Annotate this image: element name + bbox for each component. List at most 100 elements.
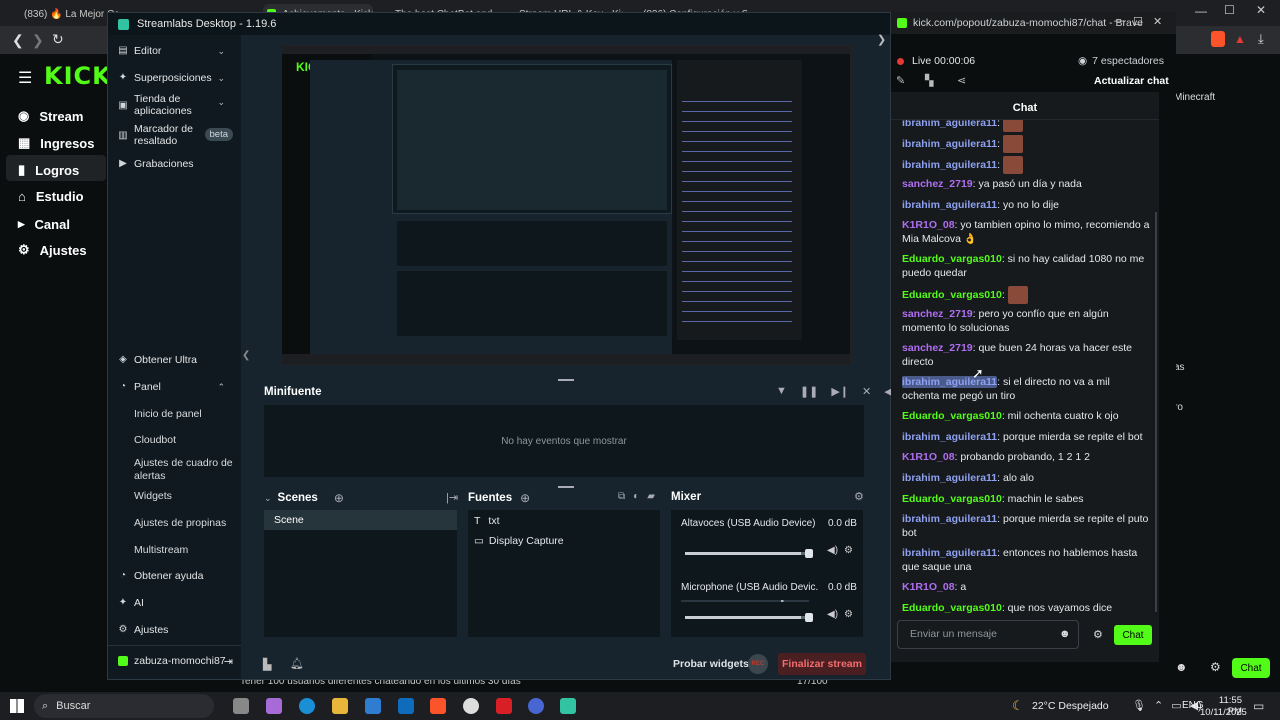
chat-username[interactable]: Eduardo_vargas010	[902, 493, 1002, 505]
app-icon[interactable]	[463, 698, 479, 714]
sidebar-item-ultra[interactable]: ◈ Obtener Ultra	[118, 354, 233, 366]
volume-slider[interactable]	[685, 549, 813, 558]
close-icon[interactable]: ✕	[1256, 3, 1266, 17]
volume-slider[interactable]	[685, 613, 813, 622]
nav-ingresos[interactable]: ▦ Ingresos	[18, 135, 94, 151]
sidebar-item-appstore[interactable]: ▣ Tienda de aplicaciones ⌄	[118, 93, 233, 117]
scene-item[interactable]: Scene	[264, 510, 457, 530]
speaker-icon[interactable]: ◀)	[827, 545, 838, 556]
sidebar-item-panel[interactable]: ◔ Panel ⌃	[118, 381, 233, 393]
store-icon[interactable]	[365, 698, 381, 714]
chat-tools-icon[interactable]: ▚	[925, 74, 933, 87]
logout-icon[interactable]: ⇥	[224, 655, 233, 668]
source-item[interactable]: ▭ Display Capture	[468, 527, 660, 547]
gear-icon[interactable]: ⚙	[844, 609, 853, 620]
chat-scrollbar[interactable]	[1155, 212, 1157, 612]
chat-username[interactable]: ibrahim_aguilera11	[902, 120, 997, 129]
chat-username[interactable]: ibrahim_aguilera11	[902, 138, 997, 150]
add-scene-icon[interactable]: ⊕	[334, 491, 344, 505]
clock-date[interactable]: 10/11/2025	[1200, 707, 1247, 718]
chat-username[interactable]: K1R1O_08	[902, 581, 955, 593]
chat-username[interactable]: sanchez_2719	[902, 308, 973, 320]
gear-icon[interactable]: ⚙	[854, 490, 864, 503]
stream-preview[interactable]: KICK	[281, 45, 851, 365]
close-icon[interactable]: ✕	[1153, 15, 1162, 28]
chat-username[interactable]: Eduardo_vargas010	[902, 289, 1002, 301]
pause-icon[interactable]: ❚❚	[800, 385, 818, 398]
share-icon[interactable]: ⋖	[957, 74, 966, 87]
chat-username[interactable]: Eduardo_vargas010	[902, 602, 1002, 614]
minimize-icon[interactable]: —	[1114, 15, 1125, 27]
gear-icon[interactable]: ⚙	[844, 545, 853, 556]
sidebar-item-highlighter[interactable]: ▥ Marcador de resaltado beta	[118, 123, 233, 147]
chat-send-button[interactable]: Chat	[1232, 658, 1270, 678]
nav-canal[interactable]: ▸ Canal	[18, 216, 70, 232]
chat-username[interactable]: ibrahim_aguilera11	[902, 199, 997, 211]
chat-username[interactable]: ibrahim_aguilera11	[902, 513, 997, 525]
sidebar-item-help[interactable]: ◔ Obtener ayuda	[118, 570, 233, 582]
refresh-chat-button[interactable]: Actualizar chat	[1094, 75, 1169, 87]
windows-start-icon[interactable]	[10, 699, 24, 713]
panel-subitem[interactable]: Widgets	[134, 490, 172, 503]
skip-icon[interactable]: ▶❙	[831, 385, 849, 398]
nav-logros[interactable]: ▮ Logros	[18, 162, 79, 178]
task-view-icon[interactable]	[233, 698, 249, 714]
streamlabs-icon[interactable]	[560, 698, 576, 714]
back-icon[interactable]: ❮	[12, 32, 24, 49]
transition-icon[interactable]: |⇥	[446, 491, 458, 504]
folder-icon[interactable]: ▰	[647, 491, 655, 502]
file-explorer-icon[interactable]	[332, 698, 348, 714]
hamburger-menu-icon[interactable]: ☰	[18, 68, 32, 88]
chat-send-button[interactable]: Chat	[1114, 625, 1152, 645]
chat-username[interactable]: ibrahim_aguilera11	[902, 472, 997, 484]
taskbar-search[interactable]: ⌕ Buscar	[34, 694, 214, 718]
add-source-icon[interactable]: ⊕	[520, 491, 530, 505]
download-icon[interactable]: ⤓	[1258, 31, 1264, 47]
chevron-down-icon[interactable]: ⌄	[264, 493, 272, 504]
source-item[interactable]: Ttxt	[468, 510, 660, 527]
panel-subitem[interactable]: Ajustes de cuadro de alertas	[134, 457, 234, 483]
mute-alerts-icon[interactable]: ✕	[862, 385, 871, 398]
chat-username[interactable]: Eduardo_vargas010	[902, 253, 1002, 265]
chat-username[interactable]: ibrahim_aguilera11	[902, 159, 997, 171]
edit-icon[interactable]: ✎	[896, 74, 905, 87]
outlook-icon[interactable]	[398, 698, 414, 714]
gear-icon[interactable]: ⚙	[1093, 628, 1103, 641]
emote-icon[interactable]: ☻	[1175, 660, 1188, 674]
source-visibility-icon[interactable]: ◐	[633, 491, 639, 502]
chat-username[interactable]: ibrahim_aguilera11	[902, 431, 997, 443]
maximize-icon[interactable]: ☐	[1224, 3, 1235, 17]
speaker-icon[interactable]: ◀)	[827, 609, 838, 620]
nav-estudio[interactable]: ⌂ Estudio	[18, 189, 84, 204]
chat-username[interactable]: sanchez_2719	[902, 342, 973, 354]
chat-username[interactable]: ibrahim_aguilera11	[902, 547, 997, 559]
panel-subitem[interactable]: Cloudbot	[134, 434, 176, 447]
reload-icon[interactable]: ↻	[52, 31, 64, 48]
stats-icon[interactable]: ▙	[263, 658, 271, 671]
browser-tab[interactable]: (836) 🔥 La Mejor Config	[18, 4, 118, 24]
netflix-icon[interactable]	[496, 698, 512, 714]
expand-icon[interactable]: ❯	[877, 33, 886, 46]
sidebar-item-overlays[interactable]: ✦ Superposiciones ⌄	[118, 72, 233, 84]
resize-handle[interactable]	[558, 379, 574, 381]
chat-username[interactable]: K1R1O_08	[902, 219, 955, 231]
panel-subitem[interactable]: Multistream	[134, 544, 188, 557]
chat-username[interactable]: K1R1O_08	[902, 451, 955, 463]
sidebar-item-recordings[interactable]: ▶ Grabaciones	[118, 158, 233, 170]
test-widgets-button[interactable]: Probar widgets	[673, 658, 749, 670]
sidebar-item-ai[interactable]: ✦ AI	[118, 597, 233, 609]
edge-icon[interactable]	[299, 698, 315, 714]
kick-logo[interactable]: KICK	[44, 62, 112, 90]
chat-username[interactable]: Eduardo_vargas010	[902, 410, 1002, 422]
panel-subitem[interactable]: Inicio de panel	[134, 408, 202, 421]
settings-gear-icon[interactable]: ⚙	[1210, 660, 1221, 674]
network-icon[interactable]: ▭	[1171, 699, 1181, 712]
sidebar-item-settings[interactable]: ⚙ Ajustes	[118, 624, 233, 636]
rewards-icon[interactable]: ▲	[1234, 32, 1246, 46]
weather-text[interactable]: 22°C Despejado	[1032, 700, 1109, 712]
panel-subitem[interactable]: Ajustes de propinas	[134, 517, 226, 530]
end-stream-button[interactable]: Finalizar stream	[778, 653, 866, 675]
minimize-icon[interactable]: —	[1195, 4, 1207, 18]
record-button[interactable]: REC	[748, 654, 768, 674]
brave-shield-icon[interactable]	[1211, 31, 1225, 47]
